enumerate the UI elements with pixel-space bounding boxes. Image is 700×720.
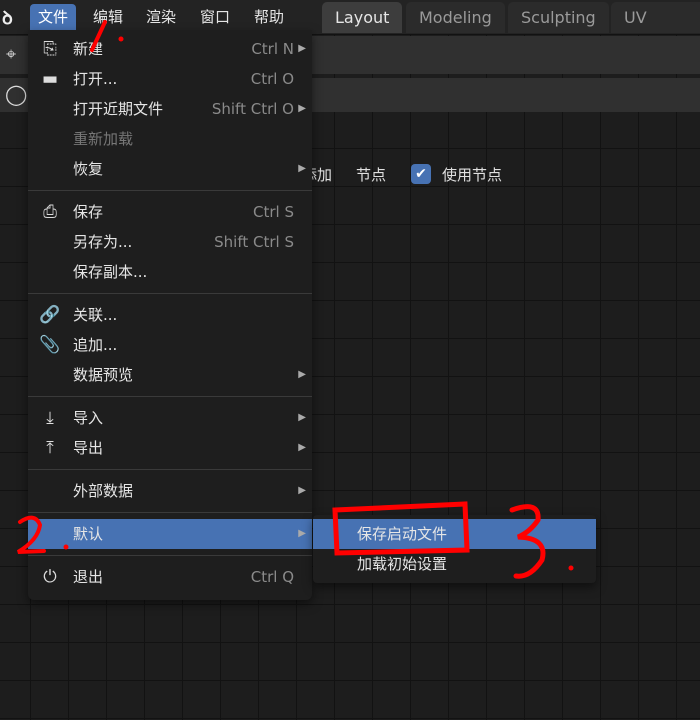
top-bar: ꝺ 文件 编辑 渲染 窗口 帮助 Layout Modeling Sculpti… [0,0,700,58]
menu-item-label: 新建 [73,40,104,58]
new-file-icon: ⎘ [43,39,57,59]
menu-help[interactable]: 帮助 [246,4,292,30]
menu-render[interactable]: 渲染 [138,4,184,30]
menu-item-label: 外部数据 [73,482,134,500]
menu-item-label: 另存为... [73,233,133,251]
tab-sculpting[interactable]: Sculpting [508,2,609,33]
menu-item-label: 打开... [73,70,118,88]
menu-item-label: 数据预览 [73,366,134,384]
shortcut-label: Ctrl O [250,70,294,88]
import-icon: ⤓ [46,408,54,428]
submenu-arrow-icon: ▶ [298,103,306,114]
menu-item[interactable]: 外部数据 ▶ [28,476,312,506]
menu-separator [28,396,312,397]
menu-item[interactable]: 另存为... Shift Ctrl S [28,227,312,257]
menu-item-label: 保存副本... [73,263,148,281]
submenu-item[interactable]: 加载初始设置 [313,549,596,579]
paperclip-icon: 📎 [39,335,61,355]
menu-item-label: 关联... [73,306,118,324]
menu-item[interactable]: 数据预览 ▶ [28,360,312,390]
menu-item-label: 保存 [73,203,104,221]
menu-item[interactable]: ⤒ 导出 ▶ [28,433,312,463]
tab-layout[interactable]: Layout [322,2,403,33]
submenu-arrow-icon: ▶ [298,43,306,54]
file-menu: ⎘ 新建 Ctrl N ▶ ▬ 打开... Ctrl O 打开近期文件 Shift Ctrl O… [28,30,312,600]
menu-file[interactable]: 文件 [30,4,77,30]
menu-item[interactable]: ▬ 打开... Ctrl O [28,64,312,94]
submenu-item[interactable]: 保存启动文件 [313,519,596,549]
submenu-item-label: 加载初始设置 [357,555,448,573]
use-nodes-label: 使用节点 [442,166,503,184]
menu-item[interactable]: 恢复 ▶ [28,154,312,184]
menu-item[interactable]: 🔗 关联... [28,300,312,330]
menu-item-label: 打开近期文件 [73,100,164,118]
menu-item[interactable]: ⎙ 保存 Ctrl S [28,197,312,227]
use-nodes-checkbox[interactable]: ✔ [411,164,431,184]
menu-item[interactable]: 保存副本... [28,257,312,287]
menu-separator [28,293,312,294]
submenu-arrow-icon: ▶ [298,528,306,539]
menu-item: 重新加载 [28,124,312,154]
menu-item-label: 导入 [73,409,104,427]
shortcut-label: Shift Ctrl S [214,233,294,251]
menu-item[interactable]: 打开近期文件 Shift Ctrl O ▶ [28,94,312,124]
tab-uv-editing[interactable]: UV Editing [611,2,700,58]
menu-window[interactable]: 窗口 [192,4,238,30]
link-icon: 🔗 [39,305,61,325]
menu-edit[interactable]: 编辑 [85,4,131,30]
header-node[interactable]: 节点 [356,164,386,185]
tab-modeling[interactable]: Modeling [406,2,505,33]
folder-icon: ▬ [41,69,59,89]
shortcut-label: Ctrl S [253,203,294,221]
menu-item[interactable]: ⏻ 退出 Ctrl Q [28,562,312,592]
submenu-item-label: 保存启动文件 [357,525,448,543]
menu-item[interactable]: 📎 追加... [28,330,312,360]
menu-separator [28,555,312,556]
menu-item-label: 默认 [73,525,104,543]
menu-separator [28,512,312,513]
blender-logo-icon[interactable]: ꝺ [2,6,28,29]
menu-item[interactable]: 默认 ▶ [28,519,312,549]
menu-item-label: 退出 [73,568,104,586]
shortcut-label: Ctrl N [251,40,294,58]
material-sphere-icon[interactable]: ◯ [5,82,27,106]
menu-item[interactable]: ⤓ 导入 ▶ [28,403,312,433]
submenu-arrow-icon: ▶ [298,485,306,496]
submenu-arrow-icon: ▶ [298,442,306,453]
save-icon: ⎙ [43,202,57,222]
export-icon: ⤒ [46,438,54,458]
default-submenu: 保存启动文件 加载初始设置 [313,515,596,583]
menu-item[interactable]: ⎘ 新建 Ctrl N ▶ [28,34,312,64]
menu-item-label: 恢复 [73,160,104,178]
submenu-arrow-icon: ▶ [298,369,306,380]
submenu-arrow-icon: ▶ [298,412,306,423]
power-icon: ⏻ [43,567,57,587]
menu-separator [28,469,312,470]
shortcut-label: Ctrl Q [250,568,294,586]
menu-separator [28,190,312,191]
shortcut-label: Shift Ctrl O [211,100,294,118]
menu-item-label: 重新加载 [73,130,134,148]
submenu-arrow-icon: ▶ [298,163,306,174]
menu-item-label: 追加... [73,336,118,354]
menu-item-label: 导出 [73,439,104,457]
node-editor-icon[interactable]: ⌖ [6,44,16,65]
